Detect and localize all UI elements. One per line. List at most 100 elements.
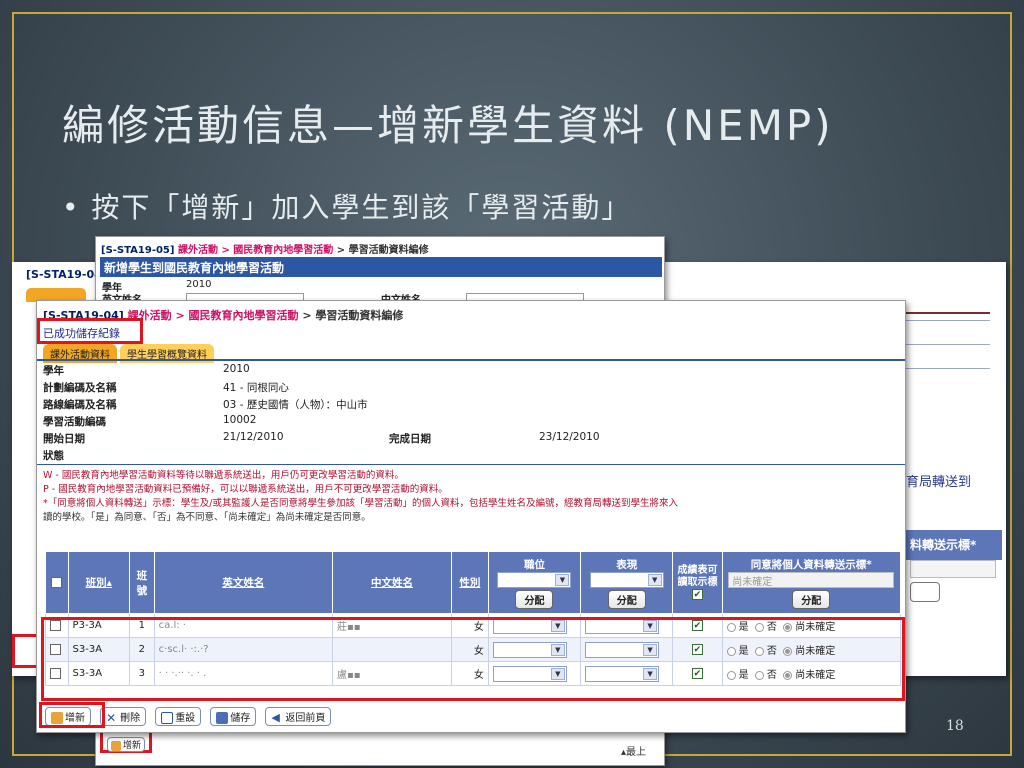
reset-icon bbox=[161, 712, 174, 724]
consent-undecided-radio[interactable] bbox=[783, 646, 793, 656]
row-perf-select[interactable]: ▼ bbox=[585, 665, 660, 682]
row-post-select[interactable]: ▼ bbox=[492, 641, 567, 658]
back-assign-button[interactable] bbox=[910, 582, 940, 602]
consent-header-label: 同意將個人資料轉送示標* bbox=[750, 558, 872, 571]
mid-breadcrumb-code: [S-STA19-05] bbox=[101, 245, 175, 256]
delete-button[interactable]: ✕ 刪除 bbox=[100, 707, 147, 726]
row-perf-cell: ▼ bbox=[580, 613, 674, 638]
back-button[interactable]: ◀ 返回前頁 bbox=[265, 707, 332, 726]
row-checkbox[interactable] bbox=[50, 667, 61, 679]
consent-yes-radio[interactable] bbox=[726, 622, 736, 632]
row-class: S3-3A bbox=[67, 637, 131, 662]
save-label: 儲存 bbox=[230, 713, 251, 724]
row-class: S3-3A bbox=[67, 661, 131, 686]
info-end-label: 完成日期 bbox=[389, 433, 431, 445]
col-chi-name[interactable]: 中文姓名 bbox=[332, 551, 452, 614]
mid-breadcrumb-link-1[interactable]: 課外活動 bbox=[178, 245, 218, 256]
info-activity-value: 10002 bbox=[223, 414, 257, 426]
row-eng-name: ca.l: · bbox=[153, 613, 334, 638]
row-number: 3 bbox=[129, 661, 155, 686]
row-show-checkbox[interactable] bbox=[691, 619, 703, 631]
col-eng-name[interactable]: 英文姓名 bbox=[153, 551, 334, 614]
consent-assign-button[interactable]: 分配 bbox=[792, 589, 831, 609]
chevron-down-icon: ▼ bbox=[550, 619, 565, 632]
chevron-down-icon: ▼ bbox=[643, 619, 658, 632]
row-consent-cell: 是 否 尚未確定 bbox=[721, 637, 902, 662]
info-plan-label: 計劃編碼及名稱 bbox=[43, 382, 117, 394]
chevron-down-icon: ▼ bbox=[647, 573, 662, 586]
back-breadcrumb: [S-STA19-04 bbox=[26, 268, 102, 281]
student-table: 班別▴ 班號 英文姓名 中文姓名 性別 職位 ▼ 分配 表現 ▼ 分配 成績表可… bbox=[45, 551, 902, 686]
edit-activity-window: [S-STA19-04] 課外活動 > 國民教育內地學習活動 > 學習活動資料編… bbox=[36, 300, 906, 733]
save-icon bbox=[216, 712, 229, 724]
front-breadcrumb-link-1[interactable]: 課外活動 bbox=[128, 309, 172, 322]
consent-yes-radio[interactable] bbox=[726, 646, 736, 656]
show-header-label: 成績表可讀取示標 bbox=[677, 564, 718, 588]
consent-no-radio[interactable] bbox=[754, 646, 764, 656]
row-show-checkbox[interactable] bbox=[691, 643, 703, 655]
toolbar: 增新 ✕ 刪除 重設 儲存 ◀ 返回前頁 bbox=[45, 706, 335, 726]
row-gender: 女 bbox=[450, 637, 489, 662]
info-route-value: 03 - 歷史國情（人物）：中山市 bbox=[223, 399, 368, 411]
row-checkbox-cell bbox=[45, 613, 69, 638]
row-checkbox-cell bbox=[45, 661, 69, 686]
front-breadcrumb-current: > 學習活動資料編修 bbox=[302, 309, 404, 322]
info-year-value: 2010 bbox=[223, 363, 250, 375]
perf-assign-button[interactable]: 分配 bbox=[607, 589, 646, 609]
info-start-label: 開始日期 bbox=[43, 433, 85, 445]
delete-icon: ✕ bbox=[106, 711, 117, 725]
row-post-select[interactable]: ▼ bbox=[492, 665, 567, 682]
consent-no-label: 否 bbox=[766, 622, 777, 633]
chevron-down-icon: ▼ bbox=[550, 643, 565, 656]
back-table-header: 料轉送示標* bbox=[906, 530, 1002, 560]
reset-label: 重設 bbox=[175, 713, 196, 724]
reset-button[interactable]: 重設 bbox=[155, 707, 202, 726]
consent-no-label: 否 bbox=[766, 646, 777, 657]
save-button[interactable]: 儲存 bbox=[210, 707, 257, 726]
consent-yes-label: 是 bbox=[738, 646, 749, 657]
table-row: P3-3A1ca.l: ·莊▪▪女 ▼ ▼ 是 否 尚未確定 bbox=[45, 613, 902, 638]
show-all-checkbox[interactable] bbox=[691, 589, 703, 600]
mid-breadcrumb-current: > 學習活動資料編修 bbox=[336, 245, 429, 256]
row-perf-select[interactable]: ▼ bbox=[585, 641, 660, 658]
front-breadcrumb-link-2[interactable]: > 國民教育內地學習活動 bbox=[176, 309, 299, 322]
back-consent-select[interactable] bbox=[910, 560, 996, 578]
select-all-header bbox=[45, 551, 69, 614]
consent-yes-label: 是 bbox=[738, 622, 749, 633]
mid-add-button[interactable]: 增新 bbox=[107, 737, 146, 752]
select-all-checkbox[interactable] bbox=[51, 577, 63, 588]
row-show-cell bbox=[672, 661, 723, 686]
consent-yes-label: 是 bbox=[738, 670, 749, 681]
row-checkbox[interactable] bbox=[50, 619, 61, 631]
post-assign-button[interactable]: 分配 bbox=[515, 589, 554, 609]
row-show-checkbox[interactable] bbox=[691, 667, 703, 679]
col-class[interactable]: 班別▴ bbox=[67, 551, 131, 614]
row-post-select[interactable]: ▼ bbox=[492, 617, 567, 634]
row-gender: 女 bbox=[450, 613, 489, 638]
consent-header-select[interactable]: 尚未確定 bbox=[728, 571, 895, 588]
consent-undecided-label: 尚未確定 bbox=[795, 670, 836, 681]
col-consent: 同意將個人資料轉送示標* 尚未確定 分配 bbox=[721, 551, 902, 614]
back-note-text: 育局轉送到 bbox=[906, 475, 972, 490]
mid-top-link[interactable]: ▴最上 bbox=[621, 743, 646, 758]
row-post-cell: ▼ bbox=[487, 661, 582, 686]
consent-no-radio[interactable] bbox=[754, 670, 764, 680]
consent-no-radio[interactable] bbox=[754, 622, 764, 632]
chevron-down-icon: ▼ bbox=[643, 643, 658, 656]
consent-undecided-radio[interactable] bbox=[783, 670, 793, 680]
post-header-select[interactable]: ▼ bbox=[497, 571, 572, 588]
add-label: 增新 bbox=[65, 713, 85, 724]
mid-breadcrumb-link-2[interactable]: > 國民教育內地學習活動 bbox=[221, 245, 333, 256]
row-post-cell: ▼ bbox=[487, 613, 582, 638]
saved-message: 已成功儲存紀錄 bbox=[43, 327, 120, 340]
add-button[interactable]: 增新 bbox=[45, 707, 91, 726]
row-perf-select[interactable]: ▼ bbox=[585, 617, 660, 634]
col-gender[interactable]: 性別 bbox=[450, 551, 489, 614]
note-consent: *「同意將個人資料轉送」示標：學生及/或其監護人是否同意將學生參加該「學習活動」… bbox=[43, 498, 678, 509]
col-post: 職位 ▼ 分配 bbox=[487, 551, 582, 614]
row-checkbox[interactable] bbox=[50, 643, 61, 655]
consent-yes-radio[interactable] bbox=[726, 670, 736, 680]
perf-header-select[interactable]: ▼ bbox=[589, 571, 664, 588]
row-number: 2 bbox=[129, 637, 155, 662]
consent-undecided-radio[interactable] bbox=[783, 622, 793, 632]
